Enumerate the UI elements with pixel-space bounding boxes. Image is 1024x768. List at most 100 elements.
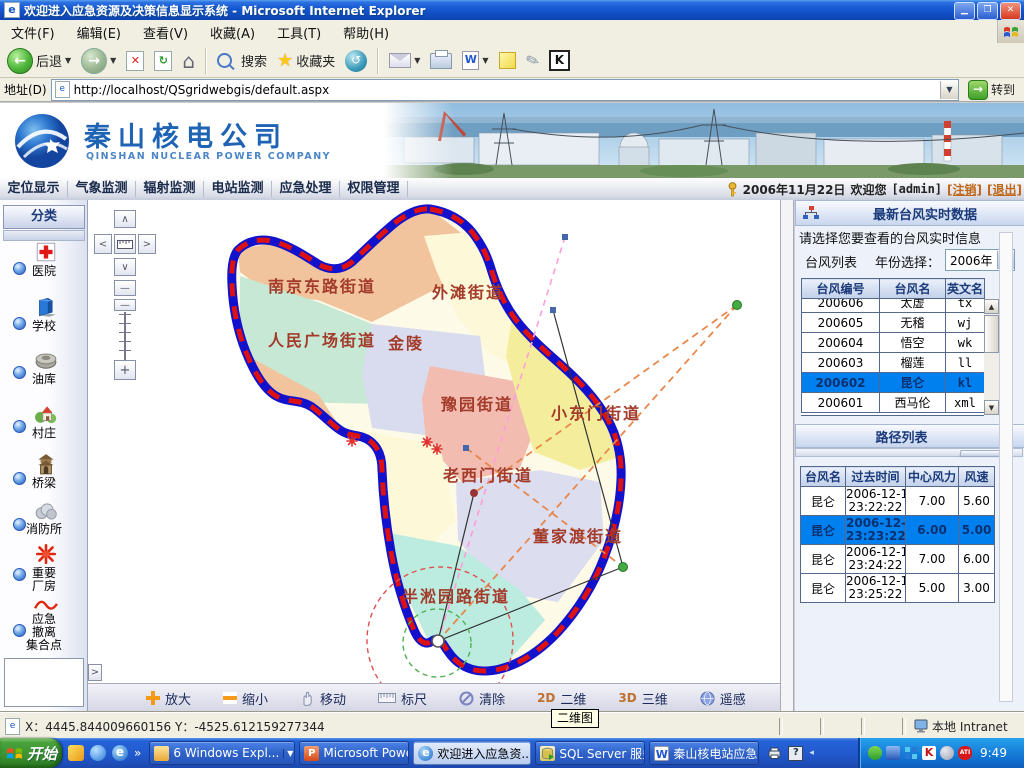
- sidebar-item-oil-depot[interactable]: 油库: [0, 348, 88, 386]
- mail-dropdown-icon[interactable]: ▼: [414, 56, 420, 65]
- district-regions[interactable]: [88, 200, 780, 683]
- sidebar-item-fire-station[interactable]: 消防所: [0, 502, 88, 536]
- zoom-in-tool[interactable]: 放大: [146, 689, 191, 708]
- launch-ie-icon[interactable]: e: [112, 745, 128, 761]
- maximize-button[interactable]: ❐: [977, 2, 998, 20]
- layer-bullet[interactable]: [13, 568, 26, 581]
- messenger-icon[interactable]: [886, 746, 900, 760]
- address-input[interactable]: e http://localhost/QSgridwebgis/default.…: [51, 79, 959, 101]
- edit-dropdown-icon[interactable]: ▼: [482, 56, 488, 65]
- scroll-down-icon[interactable]: ▼: [984, 400, 999, 415]
- sidebar-item-key-plant[interactable]: 重要 厂房: [0, 542, 88, 593]
- tray-expand-icon[interactable]: ◂: [809, 748, 814, 758]
- tab-radiation-monitor[interactable]: 辐射监测: [136, 181, 204, 197]
- menu-tools[interactable]: 工具(T): [266, 23, 332, 42]
- menu-help[interactable]: 帮助(H): [332, 23, 400, 42]
- pan-up-button[interactable]: ∧: [114, 210, 136, 228]
- forward-dropdown-icon[interactable]: ▼: [110, 56, 116, 65]
- track-row[interactable]: 昆仑 2006-12-123:25:22 5.003.00: [801, 574, 995, 603]
- zoom-out-step-button[interactable]: —: [114, 280, 136, 296]
- sidebar-item-village[interactable]: 村庄: [0, 402, 88, 440]
- back-button[interactable]: ← 后退 ▼: [4, 48, 74, 74]
- zoom-out-tool[interactable]: 缩小: [223, 689, 268, 708]
- horizontal-splitter[interactable]: [795, 448, 1023, 457]
- printer-icon[interactable]: [767, 747, 782, 759]
- path-list-bar[interactable]: 路径列表 »: [795, 424, 1024, 448]
- clear-tool[interactable]: 清除: [459, 689, 505, 708]
- zoom-slider-handle[interactable]: —: [114, 299, 136, 311]
- key-plant-marker[interactable]: [422, 437, 432, 447]
- panel-scrollbar-track[interactable]: [999, 232, 1013, 702]
- start-button[interactable]: 开始: [0, 738, 62, 768]
- scroll-up-icon[interactable]: ▲: [984, 299, 999, 314]
- district-map[interactable]: 南京东路街道 外滩街道 人民广场街道 金陵 豫园街道 小东门街道 老西门街道 董…: [88, 200, 780, 683]
- ati-icon[interactable]: ATI: [958, 746, 972, 760]
- typhoon-row[interactable]: 200601西马伦xml: [802, 393, 985, 413]
- zoom-in-step-button[interactable]: +: [114, 360, 136, 380]
- address-dropdown-button[interactable]: ▼: [940, 81, 958, 99]
- pan-left-button[interactable]: <: [94, 234, 112, 254]
- typhoon-table-body[interactable]: 200606太虚tx 200605无稽wj 200604悟空wk 200603榴…: [801, 299, 984, 416]
- pan-down-button[interactable]: ∨: [114, 258, 136, 276]
- tab-station-monitor[interactable]: 电站监测: [204, 181, 272, 197]
- layer-bullet[interactable]: [13, 472, 26, 485]
- logout-link[interactable]: [注销]: [947, 181, 982, 198]
- typhoon-row-selected[interactable]: 200602昆仑kl: [802, 373, 985, 393]
- sidebar-item-hospital[interactable]: 医院: [0, 240, 88, 278]
- layer-bullet[interactable]: [13, 366, 26, 379]
- print-button[interactable]: [427, 53, 455, 69]
- typhoon-row[interactable]: 200605无稽wj: [802, 313, 985, 333]
- sidebar-expand-button[interactable]: >: [88, 664, 102, 681]
- pan-tool[interactable]: 移动: [300, 689, 346, 708]
- track-row[interactable]: 昆仑 2006-12-123:22:22 7.005.60: [801, 487, 995, 516]
- go-button[interactable]: → 转到: [963, 80, 1020, 100]
- task-group-dropdown-icon[interactable]: ▼: [283, 749, 293, 758]
- volume-icon[interactable]: [940, 746, 954, 760]
- kingsoft-button[interactable]: K: [546, 50, 573, 71]
- sidebar-item-school[interactable]: 学校: [0, 295, 88, 333]
- menu-file[interactable]: 文件(F): [0, 23, 66, 42]
- exit-link[interactable]: [退出]: [987, 181, 1022, 198]
- favorites-button[interactable]: ★ 收藏夹: [274, 50, 338, 71]
- typhoon-row[interactable]: 200603榴莲ll: [802, 353, 985, 373]
- track-row-selected[interactable]: 昆仑 2006-12-123:23:22 6.005.00: [801, 516, 995, 545]
- grid-icon[interactable]: [904, 746, 918, 760]
- scroll-thumb[interactable]: [984, 315, 999, 353]
- discuss-button[interactable]: ✎: [523, 51, 542, 70]
- menu-edit[interactable]: 编辑(E): [66, 23, 132, 42]
- typhoon-row[interactable]: 200604悟空wk: [802, 333, 985, 353]
- key-plant-marker[interactable]: [432, 444, 442, 454]
- tab-emergency-handle[interactable]: 应急处理: [272, 181, 340, 197]
- track-row[interactable]: 昆仑 2006-12-123:24:22 7.006.00: [801, 545, 995, 574]
- measure-button[interactable]: [114, 234, 136, 254]
- pan-right-button[interactable]: >: [138, 234, 156, 254]
- layer-bullet[interactable]: [13, 420, 26, 433]
- menu-view[interactable]: 查看(V): [132, 23, 199, 42]
- view-2d-tool[interactable]: 2D 二维: [537, 689, 586, 708]
- back-dropdown-icon[interactable]: ▼: [65, 56, 71, 65]
- layer-bullet[interactable]: [13, 624, 26, 637]
- panel-splitter[interactable]: [780, 200, 794, 712]
- typhoon-row[interactable]: 200606太虚tx: [802, 299, 985, 313]
- tab-locate-display[interactable]: 定位显示: [0, 181, 68, 197]
- history-button[interactable]: ↺: [342, 50, 370, 72]
- task-windows-explorer[interactable]: 6 Windows Expl... ▼: [149, 741, 295, 765]
- task-sql-server[interactable]: SQL Server 服务...: [535, 741, 645, 765]
- launch-media-icon[interactable]: [90, 745, 106, 761]
- launch-lightning-icon[interactable]: [68, 745, 84, 761]
- task-word[interactable]: W 秦山核电站应急...: [649, 741, 759, 765]
- menu-favorites[interactable]: 收藏(A): [199, 23, 266, 42]
- stop-button[interactable]: ✕: [123, 51, 147, 71]
- home-button[interactable]: ⌂: [179, 49, 198, 73]
- network-icon[interactable]: [868, 746, 882, 760]
- key-plant-marker[interactable]: [347, 436, 357, 446]
- minimize-button[interactable]: ▁: [954, 2, 975, 20]
- view-3d-tool[interactable]: 3D 三维: [618, 689, 667, 708]
- layer-bullet[interactable]: [13, 317, 26, 330]
- layer-bullet[interactable]: [13, 518, 26, 531]
- edit-word-button[interactable]: W ▼: [459, 51, 491, 70]
- remote-sensing-tool[interactable]: 遥感: [700, 689, 746, 708]
- help-icon[interactable]: ?: [788, 746, 803, 761]
- refresh-button[interactable]: ↻: [151, 51, 175, 71]
- splitter-grip[interactable]: [959, 450, 1002, 457]
